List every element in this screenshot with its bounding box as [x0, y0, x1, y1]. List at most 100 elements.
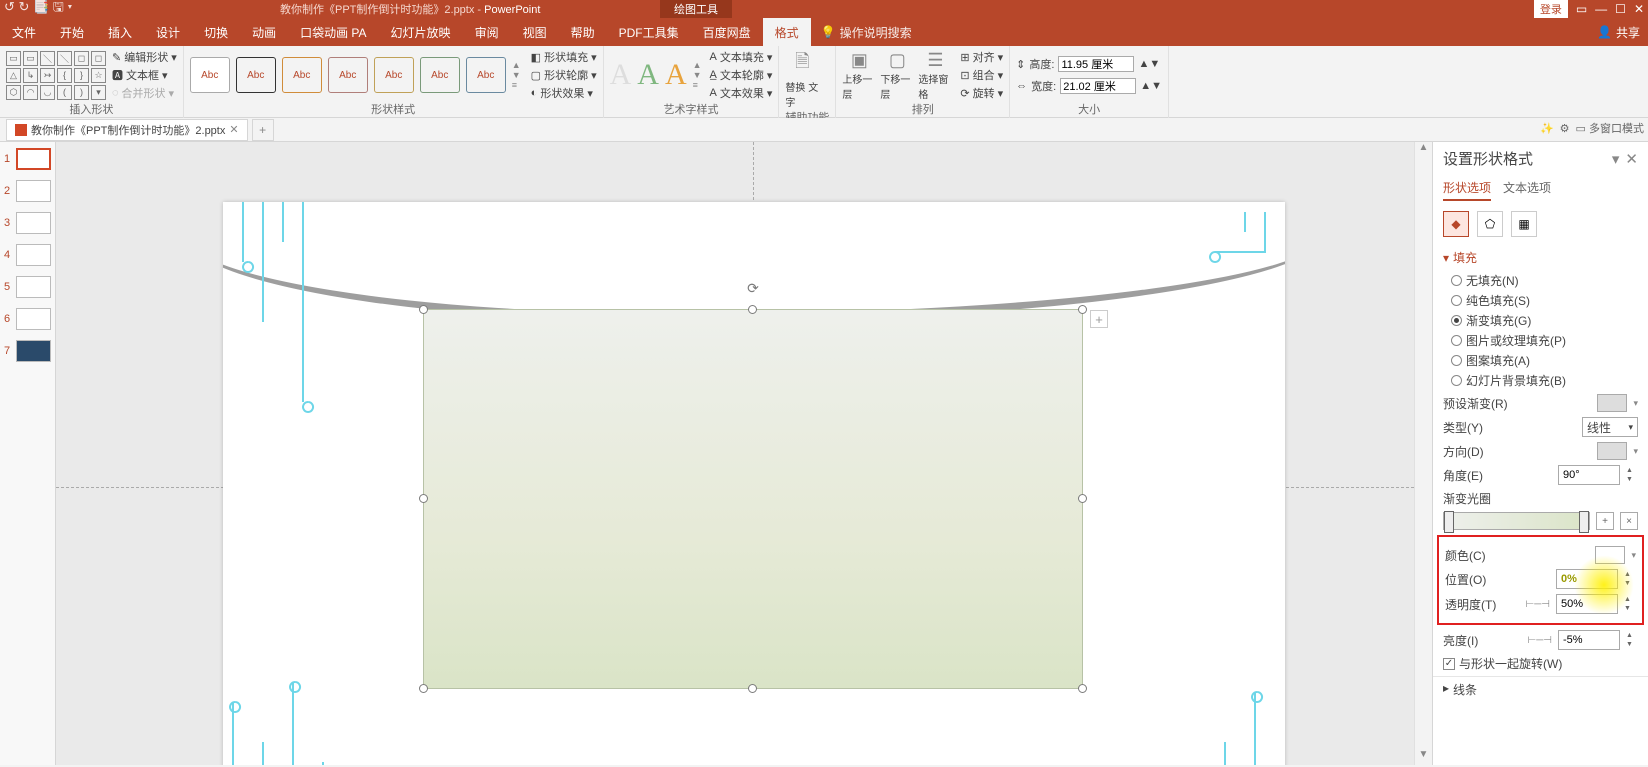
- new-tab-button[interactable]: +: [252, 119, 274, 141]
- brightness-input[interactable]: [1558, 630, 1620, 650]
- edit-shape-button[interactable]: ✎编辑形状 ▾: [112, 49, 177, 65]
- drawing-tools-tab[interactable]: 绘图工具: [660, 0, 732, 18]
- width-spinner[interactable]: ▲▼: [1140, 80, 1162, 92]
- quick-access-toolbar[interactable]: ↺ ↻ 📑 🖫 ▾: [4, 0, 72, 20]
- wordart-gallery[interactable]: A A A ▲▼≡: [610, 58, 702, 92]
- bring-forward-button[interactable]: ▣上移一层: [842, 50, 876, 101]
- slide-thumb-1[interactable]: 1: [4, 148, 51, 170]
- menu-review[interactable]: 审阅: [463, 18, 511, 46]
- selected-shape[interactable]: ⟳ +: [423, 309, 1083, 689]
- menu-format[interactable]: 格式: [763, 18, 811, 46]
- text-effects-button[interactable]: A文本效果 ▾: [710, 85, 773, 101]
- shape-gallery[interactable]: ▭▭＼＼◻◻ △↳↣{}☆ ⬡◠◡()▾: [6, 51, 108, 100]
- style-preset[interactable]: Abc: [466, 57, 506, 93]
- qat-icons[interactable]: ↺ ↻ 📑 🖫 ▾: [4, 0, 72, 20]
- fill-section-header[interactable]: ▾ 填充: [1443, 249, 1638, 266]
- resize-handle[interactable]: [419, 305, 428, 314]
- slide-thumb-5[interactable]: 5: [4, 276, 51, 298]
- style-preset[interactable]: Abc: [282, 57, 322, 93]
- menu-home[interactable]: 开始: [48, 18, 96, 46]
- preset-gradient-picker[interactable]: [1597, 394, 1627, 412]
- shape-effects-button[interactable]: ◐形状效果 ▾: [531, 85, 597, 101]
- group-button[interactable]: ⊡组合 ▾: [960, 67, 1003, 83]
- type-select[interactable]: 线性▾: [1582, 417, 1638, 437]
- menu-view[interactable]: 视图: [511, 18, 559, 46]
- slide-thumb-6[interactable]: 6: [4, 308, 51, 330]
- shape-fill-button[interactable]: ◧形状填充 ▾: [531, 49, 597, 65]
- color-picker[interactable]: [1595, 546, 1625, 564]
- selection-pane-button[interactable]: ☰选择窗格: [918, 50, 952, 101]
- pattern-fill-radio[interactable]: 图案填充(A): [1451, 352, 1638, 369]
- gradient-stop[interactable]: [1444, 511, 1454, 533]
- alt-text-button[interactable]: 🗎替换 文字: [785, 49, 819, 109]
- sparkle-icon[interactable]: ✨: [1540, 122, 1554, 135]
- close-icon[interactable]: ✕: [1634, 2, 1644, 16]
- no-fill-radio[interactable]: 无填充(N): [1451, 272, 1638, 289]
- picture-fill-radio[interactable]: 图片或纹理填充(P): [1451, 332, 1638, 349]
- width-input[interactable]: [1060, 78, 1136, 94]
- fill-line-icon[interactable]: ◆: [1443, 211, 1469, 237]
- position-spinner[interactable]: ▲▼: [1624, 570, 1636, 588]
- angle-input[interactable]: [1558, 465, 1620, 485]
- gradient-stop[interactable]: [1579, 511, 1589, 533]
- slidebg-fill-radio[interactable]: 幻灯片背景填充(B): [1451, 372, 1638, 389]
- rotate-button[interactable]: ⟳旋转 ▾: [960, 85, 1003, 101]
- effects-icon[interactable]: ⬠: [1477, 211, 1503, 237]
- transparency-input[interactable]: [1556, 594, 1618, 614]
- scroll-up-icon[interactable]: ▲: [1415, 142, 1432, 158]
- slide-thumb-4[interactable]: 4: [4, 244, 51, 266]
- style-gallery[interactable]: Abc Abc Abc Abc Abc Abc Abc: [190, 57, 506, 93]
- style-preset[interactable]: Abc: [328, 57, 368, 93]
- multiwindow-button[interactable]: ▭ 多窗口模式: [1576, 120, 1644, 136]
- position-input[interactable]: [1556, 569, 1618, 589]
- tell-me[interactable]: 💡操作说明搜索: [821, 18, 912, 46]
- slide-thumb-7[interactable]: 7: [4, 340, 51, 362]
- slide-thumb-2[interactable]: 2: [4, 180, 51, 202]
- remove-stop-button[interactable]: ×: [1620, 512, 1638, 530]
- maximize-icon[interactable]: ☐: [1615, 2, 1626, 16]
- tab-text-options[interactable]: 文本选项: [1503, 179, 1551, 201]
- brightness-slider[interactable]: ⊢─⊣: [1527, 635, 1552, 646]
- add-text-button[interactable]: +: [1090, 310, 1108, 328]
- resize-handle[interactable]: [748, 305, 757, 314]
- close-tab-icon[interactable]: ✕: [229, 123, 238, 136]
- resize-handle[interactable]: [1078, 684, 1087, 693]
- transparency-spinner[interactable]: ▲▼: [1624, 595, 1636, 613]
- slide-canvas[interactable]: ⟳ +: [56, 142, 1414, 765]
- resize-handle[interactable]: [419, 494, 428, 503]
- menu-pocket-anim[interactable]: 口袋动画 PA: [288, 18, 378, 46]
- menu-transitions[interactable]: 切换: [192, 18, 240, 46]
- pane-dropdown-icon[interactable]: ▾: [1612, 150, 1620, 168]
- shape-outline-button[interactable]: ▢形状轮廓 ▾: [531, 67, 597, 83]
- align-button[interactable]: ⊞对齐 ▾: [960, 49, 1003, 65]
- height-input[interactable]: [1058, 56, 1134, 72]
- resize-handle[interactable]: [1078, 494, 1087, 503]
- vertical-scrollbar[interactable]: ▲ ▼: [1414, 142, 1432, 765]
- menu-pdf[interactable]: PDF工具集: [607, 18, 691, 46]
- merge-shapes-button[interactable]: ◌合并形状 ▾: [112, 85, 177, 101]
- menu-slideshow[interactable]: 幻灯片放映: [379, 18, 463, 46]
- menu-baidu[interactable]: 百度网盘: [691, 18, 763, 46]
- transparency-slider[interactable]: ⊢─⊣: [1525, 599, 1550, 610]
- pane-close-icon[interactable]: ✕: [1625, 150, 1638, 168]
- solid-fill-radio[interactable]: 纯色填充(S): [1451, 292, 1638, 309]
- menu-design[interactable]: 设计: [144, 18, 192, 46]
- menu-file[interactable]: 文件: [0, 18, 48, 46]
- style-preset[interactable]: Abc: [420, 57, 460, 93]
- ribbon-options-icon[interactable]: ▭: [1576, 2, 1587, 16]
- tab-shape-options[interactable]: 形状选项: [1443, 179, 1491, 201]
- menu-help[interactable]: 帮助: [559, 18, 607, 46]
- login-button[interactable]: 登录: [1534, 0, 1568, 18]
- slide-thumb-3[interactable]: 3: [4, 212, 51, 234]
- line-section-header[interactable]: ▸ 线条: [1443, 681, 1638, 698]
- direction-picker[interactable]: [1597, 442, 1627, 460]
- add-stop-button[interactable]: +: [1596, 512, 1614, 530]
- rotate-with-shape-checkbox[interactable]: ✓与形状一起旋转(W): [1443, 655, 1638, 672]
- size-props-icon[interactable]: ▦: [1511, 211, 1537, 237]
- angle-spinner[interactable]: ▲▼: [1626, 466, 1638, 484]
- scroll-down-icon[interactable]: ▼: [1415, 749, 1432, 765]
- gradient-stops-bar[interactable]: [1443, 512, 1590, 530]
- doc-tab[interactable]: 教你制作《PPT制作倒计时功能》2.pptx ✕: [6, 119, 248, 141]
- height-spinner[interactable]: ▲▼: [1138, 58, 1160, 70]
- gradient-fill-radio[interactable]: 渐变填充(G): [1451, 312, 1638, 329]
